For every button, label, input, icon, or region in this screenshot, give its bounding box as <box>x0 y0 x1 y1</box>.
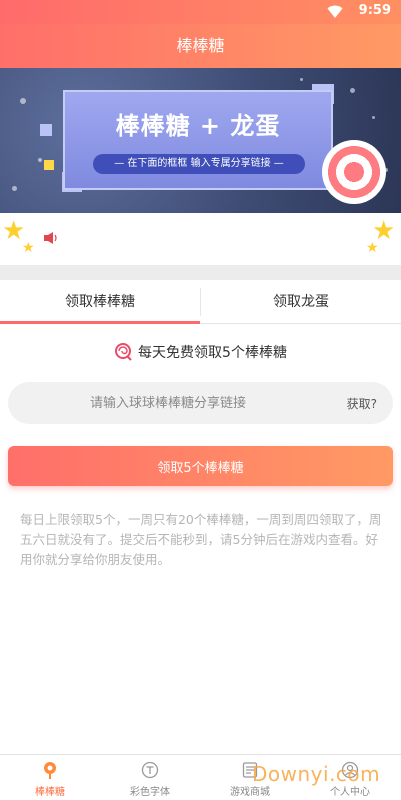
active-tab-indicator <box>0 321 200 324</box>
status-time: 9:59 <box>358 3 391 18</box>
watermark: Downyi.com <box>252 762 381 786</box>
section-divider <box>0 265 401 280</box>
nav-item-color-font[interactable]: 彩色字体 <box>100 755 200 800</box>
how-to-get-link[interactable]: 获取? <box>347 395 377 412</box>
font-icon <box>141 761 159 779</box>
wifi-icon <box>327 5 343 18</box>
rules-description: 每日上限领取5个，一周只有20个棒棒糖，一周到周四领取了，周五六日就没有了。提交… <box>20 512 382 567</box>
nav-label: 彩色字体 <box>130 787 170 798</box>
lollipop-icon <box>44 762 56 779</box>
page-title: 棒棒糖 <box>0 24 401 68</box>
status-bar: 9:59 <box>0 0 401 24</box>
tab-claim-lollipop[interactable]: 领取棒棒糖 <box>0 280 200 324</box>
tab-bar: 领取棒棒糖 领取龙蛋 <box>0 280 401 324</box>
banner-title: 棒棒糖 + 龙蛋 <box>115 111 281 140</box>
share-link-field: 获取? <box>8 382 393 424</box>
star-icon: ★ <box>366 240 379 256</box>
notice-bar <box>0 213 401 265</box>
speaker-icon <box>44 232 57 244</box>
nav-item-lollipop[interactable]: 棒棒糖 <box>0 755 100 800</box>
daily-limit-label: 每天免费领取5个棒棒糖 <box>138 345 287 361</box>
banner-subtitle: — 在下面的框框 输入专属分享链接 — <box>93 154 305 174</box>
claim-button[interactable]: 领取5个棒棒糖 <box>8 446 393 486</box>
promo-banner[interactable]: 棒棒糖 + 龙蛋 — 在下面的框框 输入专属分享链接 — <box>0 68 401 213</box>
share-link-input[interactable] <box>8 382 328 424</box>
nav-label: 棒棒糖 <box>35 787 65 798</box>
target-icon <box>322 140 386 204</box>
lollipop-icon <box>115 343 132 361</box>
daily-limit-text: 每天免费领取5个棒棒糖 <box>0 340 401 366</box>
star-icon: ★ <box>22 240 35 256</box>
banner-card: 棒棒糖 + 龙蛋 — 在下面的框框 输入专属分享链接 — <box>63 90 333 190</box>
tab-claim-dragon-egg[interactable]: 领取龙蛋 <box>201 280 401 324</box>
